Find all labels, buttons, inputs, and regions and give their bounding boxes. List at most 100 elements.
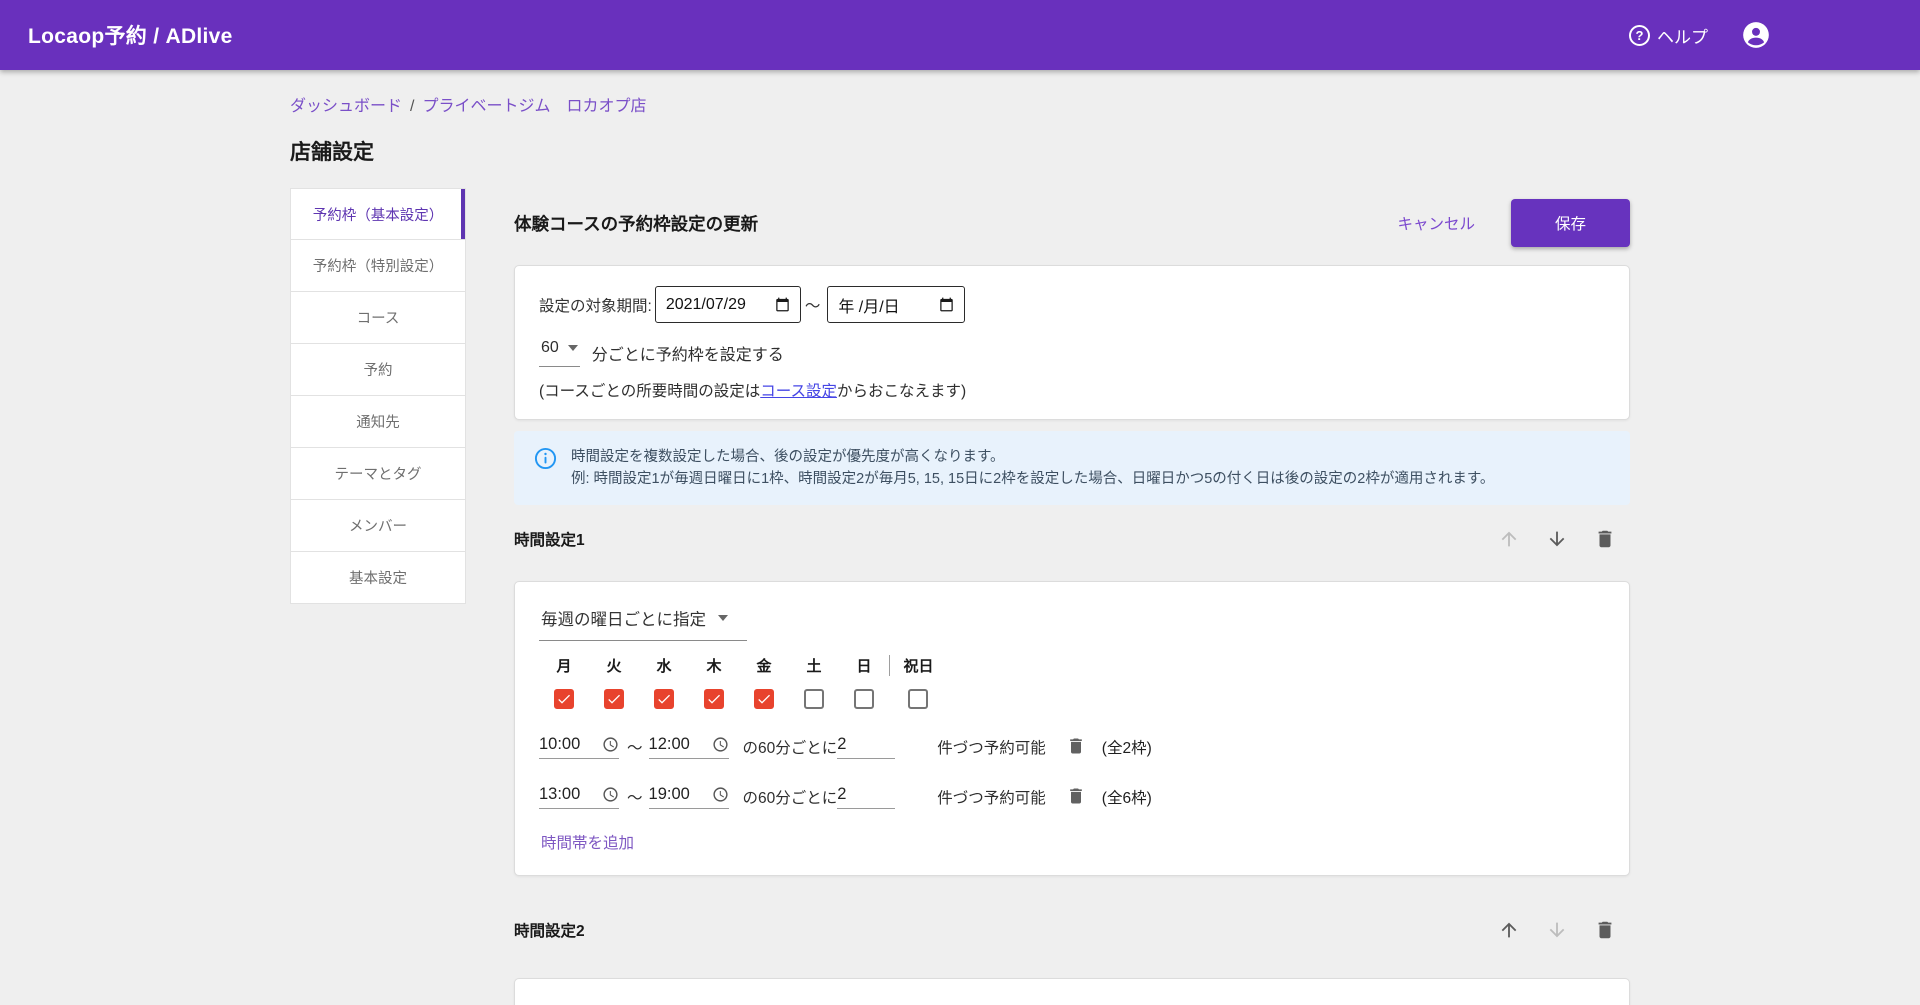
day-label-holiday: 祝日 bbox=[889, 655, 947, 676]
info-line-2: 例: 時間設定1が毎週日曜日に1枠、時間設定2が毎月5, 15, 15日に2枠を… bbox=[571, 471, 1495, 487]
end-time-input[interactable]: 19:00 bbox=[648, 785, 729, 809]
clock-icon[interactable] bbox=[712, 786, 729, 803]
per-slot-text: 件づつ予約可能 bbox=[937, 790, 1046, 807]
breadcrumb: ダッシュボード / プライベートジム ロカオプ店 bbox=[290, 92, 1630, 116]
calendar-icon[interactable] bbox=[939, 297, 954, 312]
interval-select[interactable]: 60 bbox=[539, 339, 580, 367]
day-label: 土 bbox=[806, 658, 822, 675]
move-up-button[interactable] bbox=[1496, 526, 1522, 552]
sidebar-item-reservations[interactable]: 予約 bbox=[290, 344, 466, 396]
end-date-placeholder: 年 /月/日 bbox=[838, 298, 900, 316]
repeat-mode-value: 毎週の曜日ごとに指定 bbox=[541, 611, 706, 629]
end-time-value: 12:00 bbox=[648, 735, 690, 753]
save-button[interactable]: 保存 bbox=[1510, 199, 1630, 247]
clock-icon[interactable] bbox=[712, 736, 729, 753]
period-settings-card: 設定の対象期間: 2021/07/29 ～ 年 /月/日 60 分ごとに予約枠を… bbox=[514, 265, 1630, 420]
time-setting-1-header: 時間設定1 bbox=[514, 522, 1630, 556]
course-note-suffix: からおこなえます) bbox=[836, 383, 967, 400]
delete-section-button[interactable] bbox=[1592, 526, 1618, 552]
sidebar-item-slots-basic[interactable]: 予約枠（基本設定） bbox=[290, 188, 466, 240]
check-icon bbox=[558, 694, 570, 704]
sidebar-item-notifications[interactable]: 通知先 bbox=[290, 396, 466, 448]
time-setting-2-header: 時間設定2 bbox=[514, 913, 1630, 947]
slot-count-input[interactable]: 2 bbox=[837, 735, 896, 759]
per-slot-text: 件づつ予約可能 bbox=[937, 740, 1046, 757]
add-time-range-button[interactable]: 時間帯を追加 bbox=[539, 831, 636, 853]
day-checkbox-fri[interactable] bbox=[754, 689, 774, 709]
app-bar-right: ? ヘルプ bbox=[1629, 21, 1770, 49]
day-label: 木 bbox=[706, 658, 722, 675]
delete-time-row-button[interactable] bbox=[1064, 785, 1088, 809]
interval-text: の60分ごとに bbox=[742, 790, 838, 807]
day-checkbox-mon[interactable] bbox=[554, 689, 574, 709]
time-setting-1-card: 毎週の曜日ごとに指定 月 火 水 木 金 土 日 祝日 10:00 ～ 12:0… bbox=[514, 581, 1630, 876]
start-time-value: 13:00 bbox=[539, 785, 581, 803]
interval-text: の60分ごとに bbox=[742, 740, 838, 757]
clock-icon[interactable] bbox=[602, 786, 619, 803]
delete-section-button[interactable] bbox=[1592, 917, 1618, 943]
info-icon bbox=[534, 447, 557, 470]
end-date-input[interactable]: 年 /月/日 bbox=[827, 286, 966, 323]
cancel-button[interactable]: キャンセル bbox=[1397, 212, 1475, 234]
sidebar-item-label: 通知先 bbox=[356, 415, 400, 431]
total-slots-text: (全6枠) bbox=[1101, 790, 1152, 807]
breadcrumb-dashboard-link[interactable]: ダッシュボード bbox=[290, 98, 402, 115]
course-note-prefix: (コースごとの所要時間の設定は bbox=[539, 383, 761, 400]
day-label: 月 bbox=[556, 658, 572, 675]
move-down-button[interactable] bbox=[1544, 917, 1570, 943]
calendar-icon[interactable] bbox=[775, 297, 790, 312]
delete-time-row-button[interactable] bbox=[1064, 735, 1088, 759]
sidebar-item-label: メンバー bbox=[349, 519, 407, 535]
page-container: ダッシュボード / プライベートジム ロカオプ店 店舗設定 予約枠（基本設定） 予約… bbox=[290, 92, 1630, 1005]
interval-suffix: 分ごとに予約枠を設定する bbox=[591, 347, 784, 364]
day-checkbox-holiday[interactable] bbox=[908, 689, 928, 709]
app-title: Locaop予約 / ADlive bbox=[28, 25, 233, 48]
end-time-input[interactable]: 12:00 bbox=[648, 735, 729, 759]
move-up-button[interactable] bbox=[1496, 917, 1522, 943]
time-setting-2-card: 毎週の曜日ごとに指定 月 火 水 木 金 土 日 祝日 bbox=[514, 978, 1630, 1005]
settings-sidebar: 予約枠（基本設定） 予約枠（特別設定） コース 予約 通知先 テーマとタグ メン… bbox=[290, 188, 466, 604]
trash-icon bbox=[1598, 921, 1612, 939]
chevron-down-icon bbox=[567, 345, 578, 351]
repeat-mode-select[interactable]: 毎週の曜日ごとに指定 bbox=[539, 606, 747, 641]
account-avatar-icon[interactable] bbox=[1742, 21, 1770, 49]
sidebar-item-courses[interactable]: コース bbox=[290, 292, 466, 344]
day-checkbox-sat[interactable] bbox=[804, 689, 824, 709]
clock-icon[interactable] bbox=[602, 736, 619, 753]
check-icon bbox=[608, 694, 620, 704]
day-checkbox-thu[interactable] bbox=[704, 689, 724, 709]
day-checkboxes-row bbox=[539, 689, 1605, 709]
day-checkbox-wed[interactable] bbox=[654, 689, 674, 709]
time-slot-row: 13:00 ～ 19:00 の60分ごとに 2 件づつ予約可能 (全6枠) bbox=[539, 785, 1605, 809]
check-icon bbox=[708, 694, 720, 704]
end-time-value: 19:00 bbox=[648, 785, 690, 803]
start-date-input[interactable]: 2021/07/29 bbox=[654, 286, 801, 323]
slot-count-input[interactable]: 2 bbox=[837, 785, 896, 809]
start-time-input[interactable]: 13:00 bbox=[539, 785, 619, 809]
help-label: ヘルプ bbox=[1657, 27, 1708, 47]
start-time-input[interactable]: 10:00 bbox=[539, 735, 619, 759]
main-header: 体験コースの予約枠設定の更新 キャンセル 保存 bbox=[514, 198, 1630, 248]
sidebar-item-label: 基本設定 bbox=[349, 571, 407, 587]
period-label: 設定の対象期間: bbox=[539, 297, 652, 315]
help-button[interactable]: ? ヘルプ bbox=[1629, 23, 1708, 48]
day-label: 日 bbox=[856, 658, 872, 675]
sidebar-item-themes-tags[interactable]: テーマとタグ bbox=[290, 448, 466, 500]
sidebar-item-label: コース bbox=[356, 311, 400, 327]
time-setting-2-title: 時間設定2 bbox=[514, 923, 585, 940]
time-tilde: ～ bbox=[627, 740, 643, 757]
move-down-button[interactable] bbox=[1544, 526, 1570, 552]
day-checkbox-tue[interactable] bbox=[604, 689, 624, 709]
sidebar-item-members[interactable]: メンバー bbox=[290, 500, 466, 552]
sidebar-item-basic-settings[interactable]: 基本設定 bbox=[290, 552, 466, 604]
start-date-value: 2021/07/29 bbox=[665, 295, 746, 313]
day-checkbox-sun[interactable] bbox=[854, 689, 874, 709]
arrow-down-icon bbox=[1549, 922, 1565, 938]
breadcrumb-store-link[interactable]: プライベートジム ロカオプ店 bbox=[422, 98, 646, 115]
app-bar: Locaop予約 / ADlive ? ヘルプ bbox=[0, 0, 1920, 70]
course-settings-link[interactable]: コース設定 bbox=[760, 383, 837, 400]
day-labels-row: 月 火 水 木 金 土 日 祝日 bbox=[539, 655, 1605, 676]
time-setting-1-title: 時間設定1 bbox=[514, 532, 585, 549]
main-panel: 体験コースの予約枠設定の更新 キャンセル 保存 設定の対象期間: 2021/07… bbox=[514, 188, 1630, 1005]
sidebar-item-slots-special[interactable]: 予約枠（特別設定） bbox=[290, 240, 466, 292]
